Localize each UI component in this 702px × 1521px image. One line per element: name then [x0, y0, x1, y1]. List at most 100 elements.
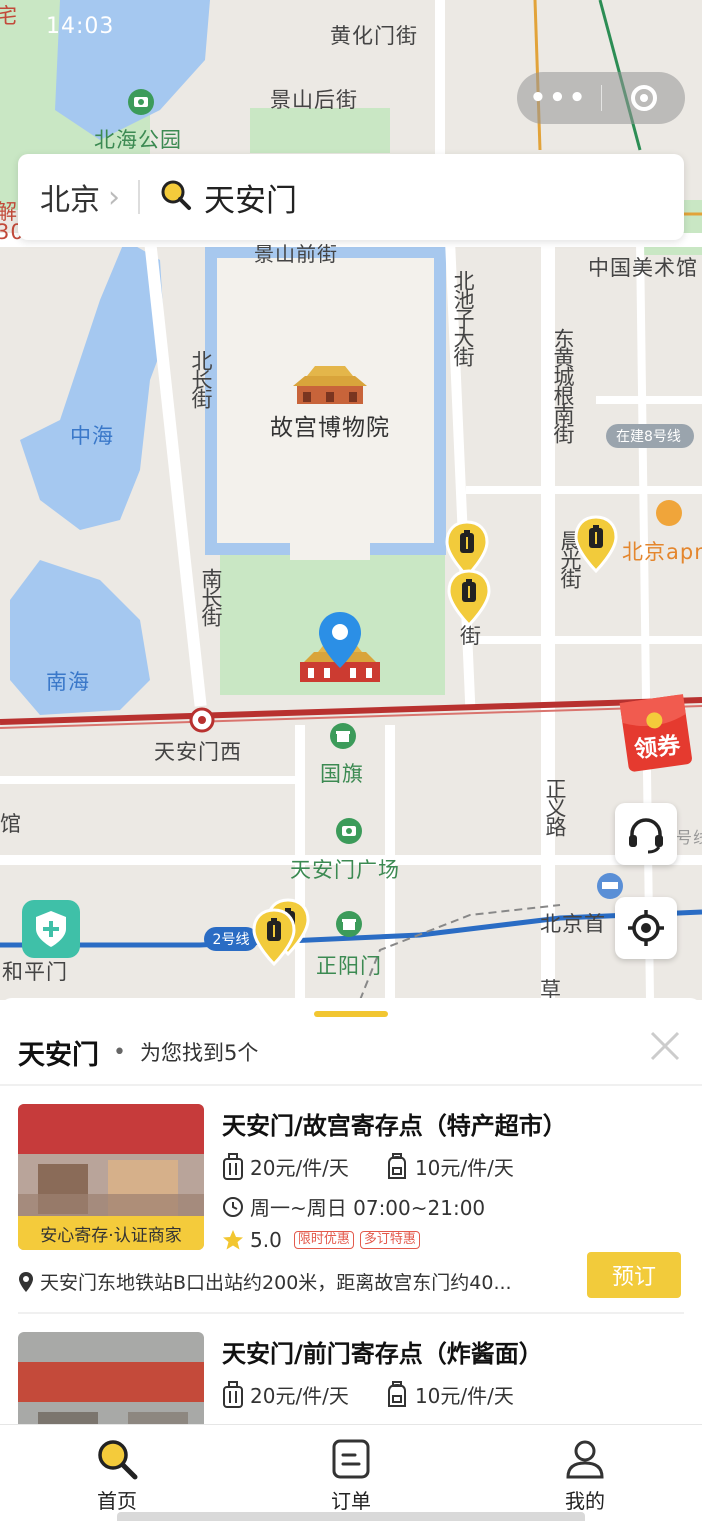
storage-card[interactable]: 天安门/前门寄存点（炸酱面） 20元/件/天 10元/件/天 [18, 1332, 684, 1424]
map-label-hepingmen: 和平门 [2, 960, 68, 984]
verified-merchant-badge: 安心寄存·认证商家 [18, 1216, 204, 1250]
suitcase-icon [222, 1380, 244, 1409]
search-bar: 北京 › 天安门 [18, 154, 684, 240]
user-icon [566, 1440, 604, 1479]
tab-home-label: 首页 [97, 1489, 137, 1513]
map-label-tiananmen-west: 天安门西 [154, 740, 242, 764]
storage-thumbnail: 安心寄存·认证商家 [18, 1104, 204, 1250]
map-label-beijing-shou: 北京首 [540, 912, 606, 936]
card-divider [18, 1312, 684, 1314]
location-pin-icon [18, 1271, 34, 1293]
promo-tag: 限时优惠 [293, 1231, 354, 1249]
map-label-flag: 国旗 [320, 762, 364, 786]
map-label-art-museum: 中国美术馆 [588, 256, 698, 280]
suitcase-icon [222, 1152, 244, 1181]
price-large-luggage: 20元/件/天 [250, 1156, 349, 1180]
headset-icon [629, 818, 663, 854]
shield-icon [36, 911, 66, 947]
storage-card[interactable]: 安心寄存·认证商家 天安门/故宫寄存点（特产超市） 20元/件/天 10元/件/… [18, 1104, 684, 1304]
clock-icon [222, 1196, 244, 1218]
tab-profile-label: 我的 [565, 1489, 605, 1513]
tab-home[interactable]: 首页 [0, 1425, 234, 1521]
hours-row: 周一~周日 07:00~21:00 [222, 1192, 485, 1221]
sheet-drag-handle[interactable] [314, 1011, 388, 1017]
coupon-label: 领券 [633, 732, 682, 764]
status-time: 14:03 [46, 14, 115, 39]
home-indicator [117, 1512, 585, 1521]
map-label-line-suffix: 号线 [676, 828, 702, 847]
map-label-beichizi: 北池子大街 [451, 270, 475, 365]
search-icon [158, 177, 194, 217]
header-divider [0, 1084, 702, 1086]
target-icon [630, 85, 657, 111]
map-view[interactable]: 黄化门街 景山后街 北海公园 景山前街 中国美术馆 北池子大街 东黄城根南街 北… [0, 0, 702, 1000]
storage-location-marker[interactable] [447, 569, 491, 631]
chevron-right-icon: › [108, 179, 120, 215]
price-small-luggage: 10元/件/天 [414, 1384, 514, 1408]
map-label-line2: 2号线 [204, 927, 258, 951]
tab-profile[interactable]: 我的 [468, 1425, 702, 1521]
map-label-guan: 馆 [0, 812, 22, 836]
more-button[interactable]: ••• [517, 83, 601, 113]
locate-me-button[interactable] [615, 897, 677, 959]
map-label-zhonghai: 中海 [70, 424, 114, 448]
map-label-zhengyangmen: 正阳门 [316, 954, 382, 978]
close-miniprogram-button[interactable] [602, 85, 685, 111]
results-header: 天安门 • 为您找到5个 [18, 1032, 684, 1072]
map-label-square: 天安门广场 [290, 858, 400, 882]
address-text: 天安门东地铁站B口出站约200米，距离故宫东门约40... [40, 1272, 512, 1294]
search-icon [98, 1440, 138, 1480]
storage-thumbnail [18, 1332, 204, 1424]
map-label-beihai-park: 北海公园 [94, 128, 182, 152]
promo-tag: 多订特惠 [359, 1231, 420, 1249]
storage-location-marker[interactable] [574, 515, 618, 577]
map-label-nanhai: 南海 [46, 670, 90, 694]
storage-name: 天安门/故宫寄存点（特产超市） [222, 1112, 567, 1140]
book-button[interactable]: 预订 [587, 1252, 681, 1298]
city-selector[interactable]: 北京 › [18, 175, 120, 219]
tab-orders[interactable]: 订单 [234, 1425, 468, 1521]
tab-orders-label: 订单 [331, 1489, 371, 1513]
customer-service-button[interactable] [615, 803, 677, 865]
price-row: 20元/件/天 10元/件/天 [222, 1152, 514, 1181]
map-label-cao: 草 [540, 978, 562, 1000]
backpack-icon [385, 1380, 409, 1409]
header-dot: • [113, 1039, 126, 1065]
current-location-pin [319, 612, 361, 672]
storage-name: 天安门/前门寄存点（炸酱面） [222, 1340, 543, 1368]
bottom-tab-bar: 首页 订单 我的 [0, 1424, 702, 1521]
map-label-jingshan-hou: 景山后街 [270, 88, 358, 112]
storage-address: 天安门东地铁站B口出站约200米，距离故宫东门约40... [18, 1268, 578, 1295]
opening-hours: 周一~周日 07:00~21:00 [250, 1196, 486, 1220]
price-large-luggage: 20元/件/天 [250, 1384, 349, 1408]
city-label: 北京 [40, 183, 100, 218]
map-label-zhengyi: 正义路 [543, 778, 567, 835]
map-label-huanghuamen: 黄化门街 [330, 24, 418, 48]
search-input[interactable]: 天安门 [204, 175, 297, 220]
map-label-line8: 在建8号线 [616, 429, 681, 445]
map-label-palace-museum: 故宫博物院 [270, 415, 390, 441]
results-title: 天安门 [18, 1039, 99, 1071]
results-count: 为您找到5个 [139, 1041, 259, 1065]
backpack-icon [385, 1152, 409, 1181]
results-sheet: 天安门 • 为您找到5个 安心寄存·认证商家 天安门/故宫寄存点（特产超市） 2… [0, 998, 702, 1424]
price-small-luggage: 10元/件/天 [414, 1156, 514, 1180]
map-label-beichang: 北长街 [189, 350, 213, 407]
star-icon [222, 1229, 244, 1251]
map-label-donghuang: 东黄城根南街 [551, 328, 575, 442]
safety-shield-button[interactable] [22, 900, 80, 958]
crosshair-icon [628, 910, 664, 946]
rating-value: 5.0 [250, 1228, 282, 1252]
close-icon[interactable] [648, 1029, 682, 1063]
map-label-nanchang: 南长街 [199, 568, 223, 625]
map-label-left-edge-3: 宅 [0, 4, 18, 28]
order-icon [332, 1439, 370, 1479]
rating-row: 5.0 限时优惠 多订特惠 [222, 1228, 420, 1252]
miniprogram-capsule: ••• [517, 72, 685, 124]
storage-location-marker[interactable] [252, 908, 296, 970]
map-label-jingshan-qian: 景山前街 [254, 242, 338, 266]
map-label-beijing-apm: 北京apm [622, 540, 702, 564]
search-divider [138, 180, 140, 214]
coupon-button[interactable]: 领券 [614, 692, 702, 772]
price-row: 20元/件/天 10元/件/天 [222, 1380, 514, 1409]
